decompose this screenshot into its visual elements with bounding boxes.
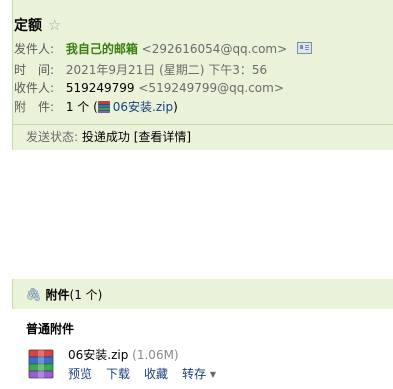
from-name[interactable]: 我自己的邮箱 bbox=[66, 42, 138, 56]
attach-label: 附 件: bbox=[14, 100, 55, 114]
to-row: 收件人: 519249799 <519249799@qq.com> bbox=[14, 79, 284, 97]
attach-count-prefix: 1 个 ( bbox=[65, 100, 98, 114]
vcard-icon[interactable] bbox=[297, 42, 312, 54]
attach-count-suffix: ) bbox=[173, 100, 178, 114]
normal-attachments-label: 普通附件 bbox=[26, 322, 75, 336]
save-to-label: 转存 bbox=[182, 367, 207, 381]
status-value: 投递成功 bbox=[81, 130, 130, 144]
from-label: 发件人: bbox=[14, 42, 55, 56]
download-link[interactable]: 下载 bbox=[106, 367, 130, 381]
preview-link[interactable]: 预览 bbox=[68, 367, 92, 381]
status-label: 发送状态: bbox=[26, 130, 79, 144]
status-row: 发送状态: 投递成功 [查看详情] bbox=[26, 128, 191, 146]
subject-row: 定额 ☆ bbox=[14, 14, 61, 36]
attachment-file-size: (1.06M) bbox=[132, 348, 179, 362]
attachment-file-row: 06安装.zip (1.06M) bbox=[68, 346, 179, 363]
to-label: 收件人: bbox=[14, 81, 55, 95]
attach-filename-link[interactable]: 06安装.zip bbox=[113, 100, 173, 114]
favorite-link[interactable]: 收藏 bbox=[144, 367, 168, 381]
attachment-actions: 预览 下载 收藏 转存 ▼ bbox=[68, 365, 216, 382]
attachments-title-row: 🖇 附件(1 个) bbox=[25, 286, 102, 304]
status-detail-link[interactable]: [查看详情] bbox=[134, 130, 191, 144]
header-divider bbox=[12, 124, 393, 125]
caret-down-icon: ▼ bbox=[209, 370, 217, 379]
time-value: 2021年9月21日 (星期二) 下午3：56 bbox=[65, 63, 268, 77]
paperclip-icon: 🖇 bbox=[25, 288, 42, 303]
save-to-dropdown[interactable]: 转存 ▼ bbox=[182, 367, 216, 381]
zip-file-icon[interactable] bbox=[28, 348, 54, 380]
star-icon[interactable]: ☆ bbox=[48, 17, 61, 33]
time-row: 时 间: 2021年9月21日 (星期二) 下午3：56 bbox=[14, 61, 267, 79]
attachment-file-name[interactable]: 06安装.zip bbox=[68, 348, 128, 362]
mail-subject: 定额 bbox=[14, 18, 42, 34]
attach-row: 附 件: 1 个 ( 06安装.zip) bbox=[14, 98, 178, 116]
from-email[interactable]: <292616054@qq.com> bbox=[142, 42, 288, 56]
attachments-count: (1 个) bbox=[69, 288, 103, 302]
zip-file-icon bbox=[97, 101, 110, 113]
time-label: 时 间: bbox=[14, 63, 55, 77]
to-name[interactable]: 519249799 bbox=[66, 81, 135, 95]
attachments-header: 🖇 附件(1 个) bbox=[12, 279, 393, 309]
from-row: 发件人: 我自己的邮箱 <292616054@qq.com> bbox=[14, 40, 312, 58]
to-email[interactable]: <519249799@qq.com> bbox=[138, 81, 284, 95]
attachments-title: 附件 bbox=[45, 288, 70, 302]
